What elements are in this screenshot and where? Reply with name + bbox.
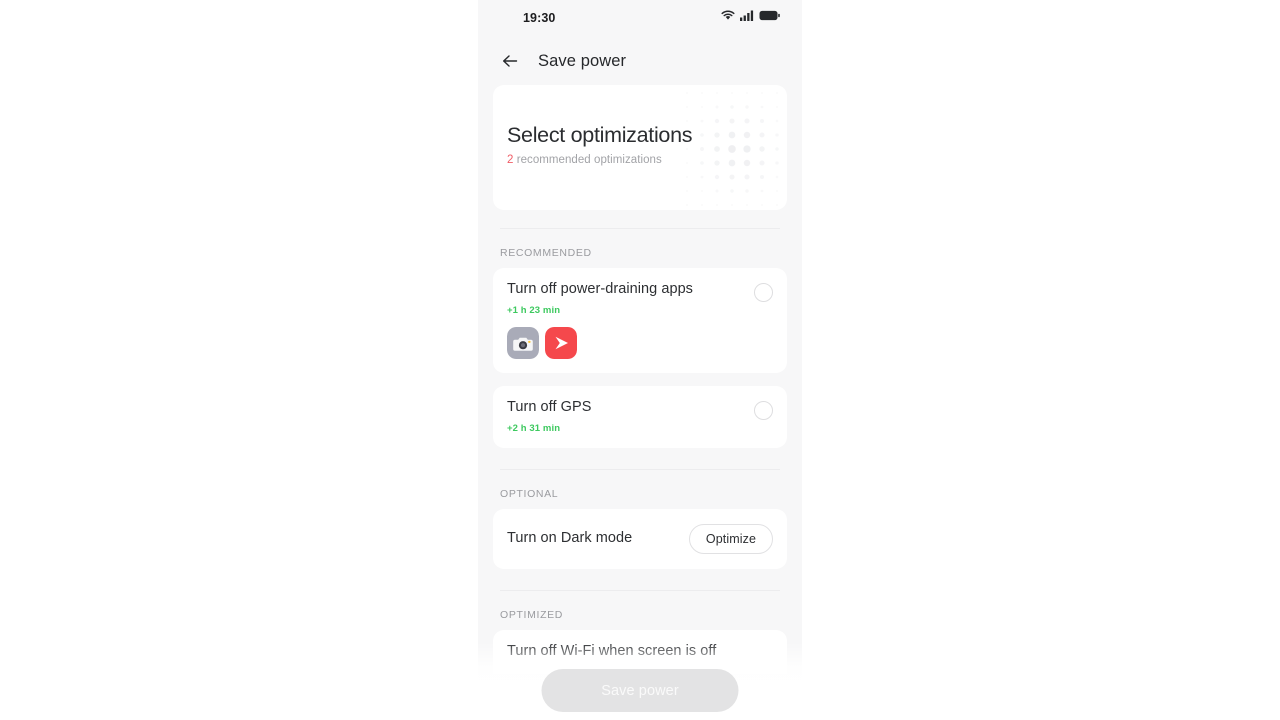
card-header-row: Turn off power-draining apps +1 h 23 min [507, 281, 773, 316]
optimization-title: Turn off GPS [507, 398, 592, 415]
time-saved-label: +1 h 23 min [507, 304, 561, 316]
battery-icon [759, 10, 780, 21]
camera-app-icon[interactable] [507, 326, 539, 359]
optimization-card-wifi-screen-off[interactable]: Turn off Wi-Fi when screen is off [493, 629, 787, 674]
optimization-card-power-draining-apps[interactable]: Turn off power-draining apps +1 h 23 min [493, 268, 787, 373]
page-title: Save power [538, 51, 627, 70]
save-power-button[interactable]: Save power [541, 669, 739, 712]
optimization-title: Turn off power-draining apps [507, 281, 693, 297]
optimization-title: Turn on Dark mode [507, 529, 633, 546]
hero-text-block: Select optimizations 2 recommended optim… [507, 123, 693, 166]
time-saved-label: +2 h 31 min [507, 422, 561, 434]
scroll-content[interactable]: Select optimizations 2 recommended optim… [478, 85, 802, 719]
app-header: Save power [478, 38, 802, 84]
video-player-app-icon[interactable] [545, 326, 577, 359]
section-label-optimized: OPTIMIZED [500, 608, 564, 621]
status-bar: 19:30 [478, 0, 802, 38]
wifi-icon [721, 10, 735, 21]
checkbox-circle-gps[interactable] [754, 400, 773, 420]
screen: 19:30 Save power Select optimizations 2 … [0, 0, 1280, 720]
status-bar-icons [721, 10, 780, 21]
app-icon-list [507, 326, 773, 359]
card-header-row: Turn off GPS +2 h 31 min [507, 398, 773, 434]
optimization-card-dark-mode[interactable]: Turn on Dark mode Optimize [493, 508, 787, 569]
section-label-optional: OPTIONAL [500, 487, 559, 500]
optimize-button[interactable]: Optimize [688, 523, 773, 554]
section-optimized: OPTIMIZED Turn off Wi-Fi when screen is … [493, 589, 787, 674]
hero-subtitle: 2 recommended optimizations [507, 154, 692, 166]
hero-card: Select optimizations 2 recommended optim… [493, 85, 787, 210]
card-text-block: Turn off GPS +2 h 31 min [507, 398, 592, 434]
optimization-title: Turn off Wi-Fi when screen is off [507, 642, 717, 659]
section-optional: OPTIONAL Turn on Dark mode Optimize [493, 468, 787, 569]
dot-grid-pattern-icon [677, 85, 787, 210]
hero-title: Select optimizations [507, 123, 693, 147]
back-arrow-icon[interactable] [500, 51, 520, 71]
phone-viewport: 19:30 Save power Select optimizations 2 … [478, 0, 802, 720]
section-label-recommended: RECOMMENDED [500, 247, 592, 259]
section-recommended: RECOMMENDED Turn off power-draining apps… [493, 228, 787, 448]
checkbox-circle-power-draining-apps[interactable] [754, 283, 773, 302]
status-bar-clock: 19:30 [523, 11, 556, 25]
cellular-signal-icon [740, 10, 754, 21]
optimization-card-gps[interactable]: Turn off GPS +2 h 31 min [493, 385, 787, 448]
hero-subtitle-text: recommended optimizations [513, 154, 662, 166]
card-text-block: Turn off power-draining apps +1 h 23 min [507, 281, 693, 316]
